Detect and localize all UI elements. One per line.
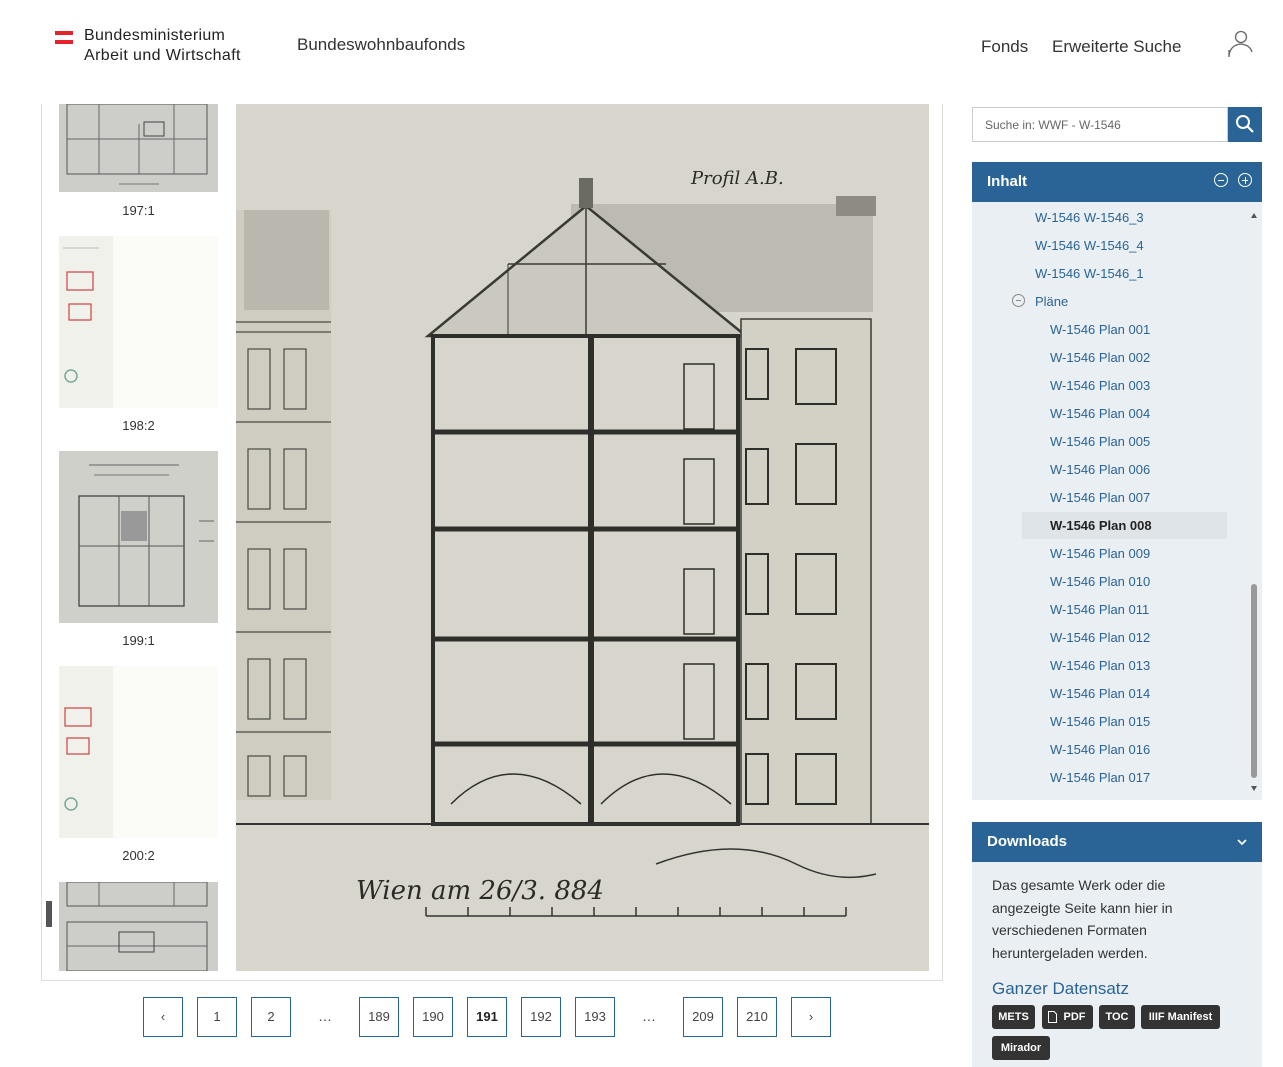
thumbnail-strip[interactable]: 197:1 198:2 199:1 200:2 xyxy=(42,104,232,971)
pagination-page[interactable]: 209 xyxy=(683,997,723,1037)
thumbnail-label: 197:1 xyxy=(122,203,155,218)
pagination-page-current[interactable]: 191 xyxy=(467,997,507,1037)
nav-advanced-search[interactable]: Erweiterte Suche xyxy=(1052,37,1181,57)
download-iiif-manifest-button[interactable]: IIIF Manifest xyxy=(1141,1005,1220,1029)
user-icon[interactable] xyxy=(1226,28,1254,58)
document-viewer: 197:1 198:2 199:1 200:2 Wien am 26/3. 88… xyxy=(41,104,943,981)
pagination-ellipsis: … xyxy=(642,1008,656,1024)
scroll-down-icon[interactable] xyxy=(1251,786,1257,791)
pagination-prev-button[interactable]: ‹ xyxy=(143,997,183,1037)
toc-plan-item[interactable]: W-1546 Plan 009 xyxy=(1050,546,1150,561)
toc-title: Inhalt xyxy=(987,173,1027,190)
toc-plan-item[interactable]: W-1546 Plan 011 xyxy=(1050,602,1149,617)
thumbnail-200[interactable] xyxy=(59,666,218,838)
collapse-icon[interactable] xyxy=(1012,294,1025,307)
toc-plan-item[interactable]: W-1546 Plan 003 xyxy=(1050,378,1150,393)
download-pdf-button[interactable]: PDF xyxy=(1042,1005,1093,1029)
downloads-subtitle: Ganzer Datensatz xyxy=(992,979,1130,998)
pagination-ellipsis: … xyxy=(318,1008,332,1024)
pagination-page[interactable]: 193 xyxy=(575,997,615,1037)
pdf-icon xyxy=(1048,1011,1057,1023)
toc-panel-header[interactable]: Inhalt xyxy=(972,162,1262,202)
thumbnail-199[interactable] xyxy=(59,451,218,623)
collapse-all-icon[interactable] xyxy=(1214,173,1228,187)
thumbnail-201[interactable] xyxy=(59,882,218,971)
toc-plan-item[interactable]: W-1546 Plan 007 xyxy=(1050,490,1150,505)
downloads-panel-header[interactable]: Downloads xyxy=(972,822,1262,862)
site-title[interactable]: Bundeswohnbaufonds xyxy=(297,35,465,55)
plan-stamp: Profil A.B. xyxy=(690,168,784,189)
pagination-page[interactable]: 189 xyxy=(359,997,399,1037)
pagination-next-button[interactable]: › xyxy=(791,997,831,1037)
toc-plan-item[interactable]: W-1546 Plan 015 xyxy=(1050,714,1150,729)
toc-scrollbar-thumb[interactable] xyxy=(1251,584,1257,778)
thumbnail-198[interactable] xyxy=(59,236,218,408)
toc-item[interactable]: W-1546 W-1546_4 xyxy=(1035,238,1144,253)
toc-plan-item[interactable]: W-1546 Plan 001 xyxy=(1050,322,1150,337)
toc-plan-item[interactable]: W-1546 Plan 014 xyxy=(1050,686,1150,701)
pagination-page[interactable]: 1 xyxy=(197,997,237,1037)
toc-plan-item[interactable]: W-1546 Plan 017 xyxy=(1050,770,1150,785)
toc-plan-item-selected[interactable]: W-1546 Plan 008 xyxy=(1022,512,1227,539)
toc-plan-item[interactable]: W-1546 Plan 002 xyxy=(1050,350,1150,365)
download-mets-button[interactable]: METS xyxy=(992,1005,1035,1029)
toc-item[interactable]: W-1546 W-1546_3 xyxy=(1035,210,1144,225)
toc-plan-item[interactable]: W-1546 Plan 005 xyxy=(1050,434,1150,449)
toc-plan-item[interactable]: W-1546 Plan 013 xyxy=(1050,658,1150,673)
toc-plan-item[interactable]: W-1546 Plan 016 xyxy=(1050,742,1150,757)
expand-all-icon[interactable] xyxy=(1238,173,1252,187)
downloads-title: Downloads xyxy=(987,833,1068,850)
toc-plan-item[interactable]: W-1546 Plan 012 xyxy=(1050,630,1150,645)
plan-place-date: Wien am 26/3. 884 xyxy=(356,876,604,906)
nav-fonds[interactable]: Fonds xyxy=(981,37,1028,57)
search-input[interactable]: Suche in: WWF - W-1546 xyxy=(972,107,1228,142)
chevron-down-icon[interactable] xyxy=(1236,837,1248,847)
thumbnail-label: 199:1 xyxy=(122,633,155,648)
thumbnail-197[interactable] xyxy=(59,104,218,192)
scroll-up-icon[interactable] xyxy=(1251,213,1257,218)
open-mirador-button[interactable]: Mirador xyxy=(992,1036,1050,1060)
austria-flag-icon xyxy=(55,31,73,44)
pagination-page[interactable]: 190 xyxy=(413,997,453,1037)
thumbnail-scrollbar[interactable] xyxy=(46,901,52,927)
site-header: Bundesministerium Arbeit und Wirtschaft … xyxy=(0,0,1283,96)
toc-plan-item[interactable]: W-1546 Plan 010 xyxy=(1050,574,1150,589)
downloads-description: Das gesamte Werk oder die angezeigte Sei… xyxy=(992,877,1173,961)
pagination-page[interactable]: 2 xyxy=(251,997,291,1037)
download-toc-button[interactable]: TOC xyxy=(1099,1005,1135,1029)
pagination-page[interactable]: 192 xyxy=(521,997,561,1037)
thumbnail-label: 200:2 xyxy=(122,848,155,863)
pagination-page[interactable]: 210 xyxy=(737,997,777,1037)
toc-plan-item[interactable]: W-1546 Plan 006 xyxy=(1050,462,1150,477)
logo-line-1[interactable]: Bundesministerium xyxy=(84,27,225,45)
search-icon xyxy=(1236,115,1254,133)
logo-line-2[interactable]: Arbeit und Wirtschaft xyxy=(84,47,241,65)
search-button[interactable] xyxy=(1228,107,1262,142)
download-pdf-label: PDF xyxy=(1063,1011,1086,1023)
document-page-image[interactable]: Wien am 26/3. 884 Profil A.B. xyxy=(236,104,929,971)
toc-group-plaene[interactable]: Pläne xyxy=(1035,294,1068,309)
toc-plan-item[interactable]: W-1546 Plan 004 xyxy=(1050,406,1150,421)
thumbnail-label: 198:2 xyxy=(122,418,155,433)
toc-item[interactable]: W-1546 W-1546_1 xyxy=(1035,266,1144,281)
